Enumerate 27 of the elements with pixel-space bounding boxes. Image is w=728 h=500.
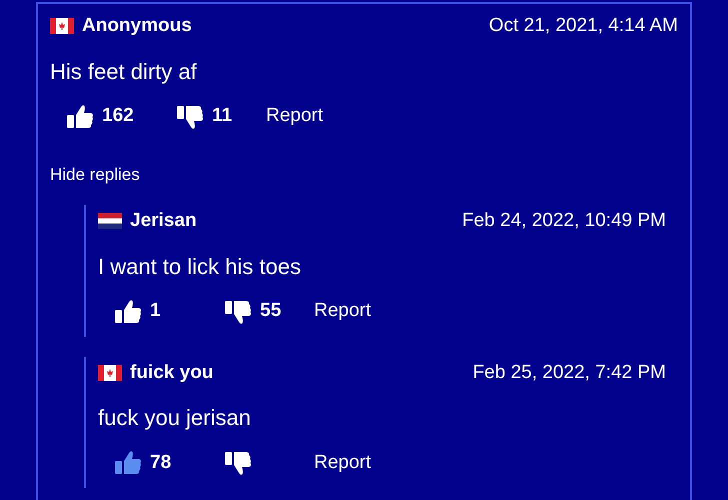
thumbs-down-icon[interactable] <box>176 104 204 130</box>
comment-text: I want to lick his toes <box>98 252 302 280</box>
author-name: Anonymous <box>82 14 192 38</box>
comment-text: fuck you jerisan <box>98 404 252 432</box>
comment-date: Oct 21, 2021, 4:14 AM <box>488 14 678 38</box>
thumbs-up-icon[interactable] <box>114 450 142 476</box>
report-link[interactable]: Report <box>266 102 324 131</box>
thumbs-up-icon[interactable] <box>66 104 94 130</box>
author-name: Jerisan <box>130 209 197 233</box>
comment-text: His feet dirty af <box>50 58 198 86</box>
like-count: 78 <box>150 450 172 475</box>
author-name: fuick you <box>130 360 214 384</box>
like-count: 162 <box>102 104 134 128</box>
thumbs-up-icon[interactable] <box>114 298 142 324</box>
flag-icon <box>98 364 122 381</box>
report-link[interactable]: Report <box>314 448 372 478</box>
dislike-count: 55 <box>260 299 282 324</box>
flag-icon <box>50 18 74 34</box>
thumbs-down-icon[interactable] <box>224 450 252 476</box>
dislike-count: 11 <box>212 104 232 128</box>
flag-icon <box>98 213 122 230</box>
thumbs-down-icon[interactable] <box>224 298 252 324</box>
comment-date: Feb 25, 2022, 7:42 PM <box>472 360 666 384</box>
report-link[interactable]: Report <box>314 297 372 326</box>
comment-date: Feb 24, 2022, 10:49 PM <box>462 209 666 233</box>
like-count: 1 <box>150 299 161 324</box>
hide-replies-link[interactable]: Hide replies <box>50 162 140 187</box>
